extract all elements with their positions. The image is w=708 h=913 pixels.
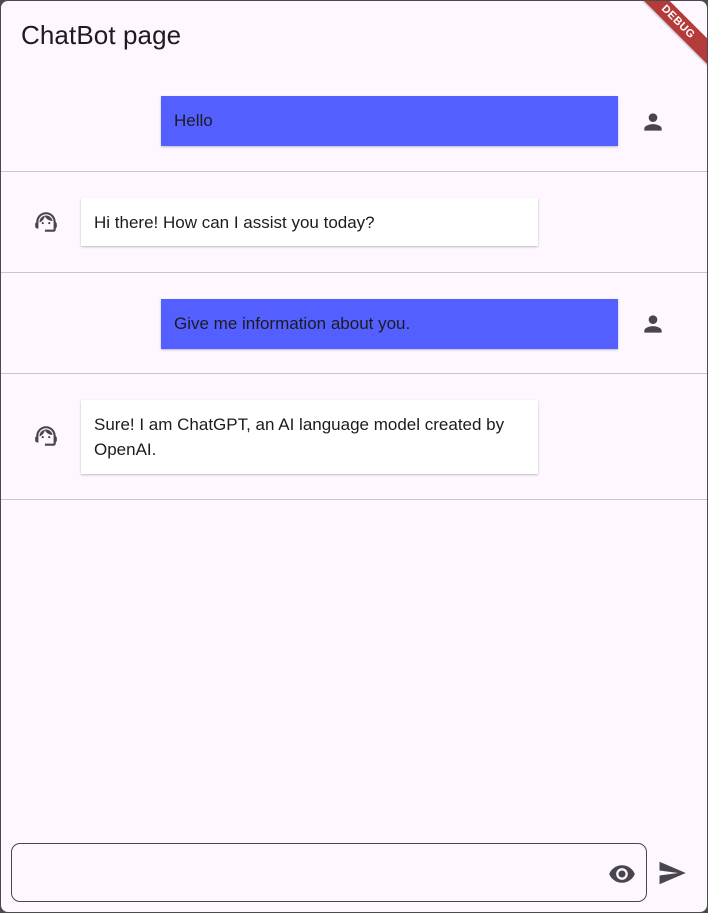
bot-message-bubble: Hi there! How can I assist you today?	[81, 198, 538, 246]
debug-banner: DEBUG	[632, 1, 707, 68]
message-input[interactable]	[26, 844, 610, 903]
support-agent-icon	[33, 209, 59, 235]
page-title: ChatBot page	[21, 20, 182, 50]
app-window: ChatBot page DEBUG Hello Hi there! How c…	[1, 1, 707, 912]
support-agent-icon	[33, 423, 59, 449]
bot-message-bubble: Sure! I am ChatGPT, an AI language model…	[81, 400, 538, 474]
app-bar: ChatBot page DEBUG	[1, 1, 707, 71]
user-message-bubble: Hello	[161, 96, 618, 146]
message-row: Hi there! How can I assist you today?	[1, 172, 707, 273]
message-row: Sure! I am ChatGPT, an AI language model…	[1, 374, 707, 500]
user-message-bubble: Give me information about you.	[161, 299, 618, 349]
person-icon	[640, 311, 666, 337]
message-list[interactable]: Hello Hi there! How can I assist you tod…	[1, 71, 707, 500]
person-icon	[640, 109, 666, 135]
message-row: Give me information about you.	[1, 273, 707, 374]
eye-icon[interactable]	[608, 860, 636, 888]
message-input-container	[11, 843, 647, 903]
send-icon[interactable]	[657, 858, 687, 888]
message-row: Hello	[1, 71, 707, 172]
